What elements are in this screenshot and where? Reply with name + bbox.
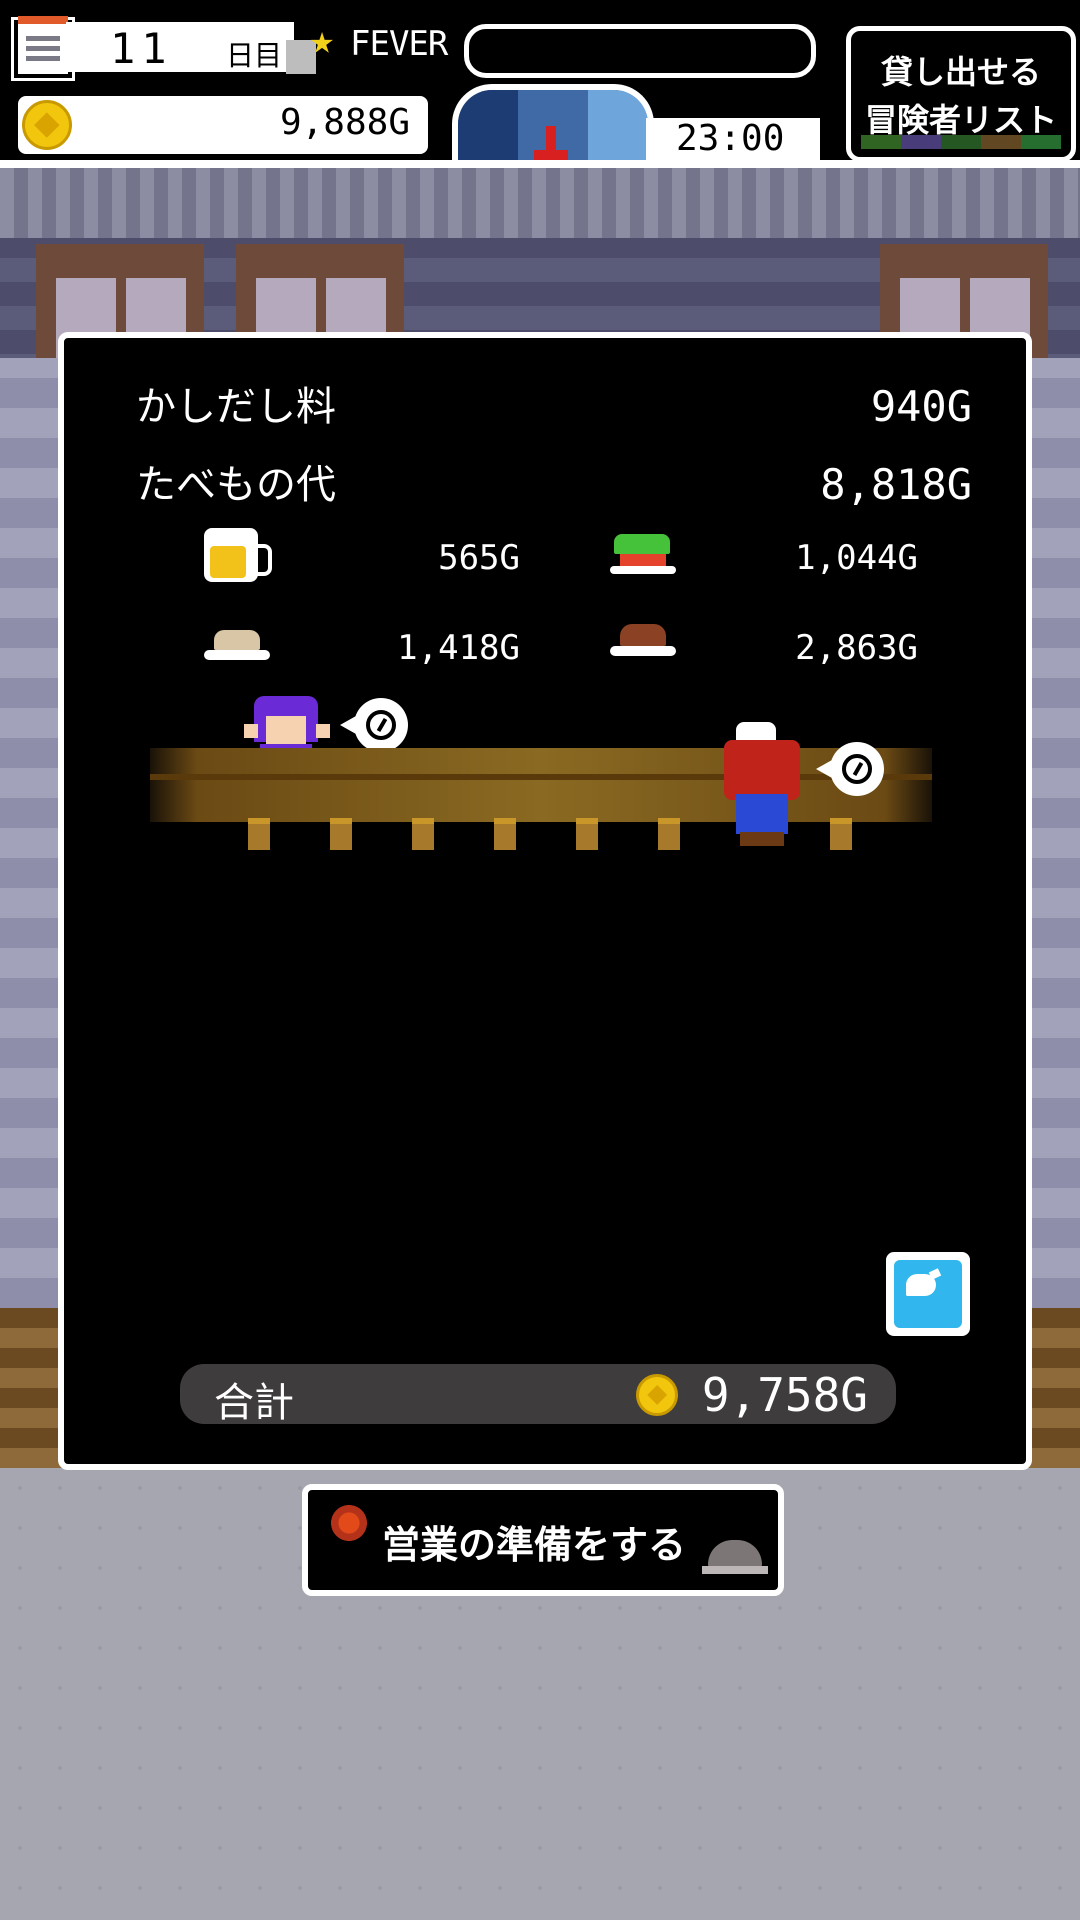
stool bbox=[830, 818, 852, 850]
salad-value: 1,044G bbox=[795, 538, 918, 578]
bar-counter bbox=[150, 748, 932, 822]
time-display: 23:00 bbox=[646, 118, 820, 162]
fever-label: FEVER bbox=[350, 24, 448, 64]
sparkle-icon bbox=[328, 1502, 370, 1544]
total-bar: 合計 9,758G bbox=[180, 1364, 896, 1426]
meat-plate-icon bbox=[610, 624, 676, 662]
stool bbox=[330, 818, 352, 850]
rental-fee-label: かしだし料 bbox=[136, 384, 336, 430]
beer-value: 565G bbox=[438, 538, 520, 578]
rice-plate-icon bbox=[204, 630, 270, 664]
total-label: 合計 bbox=[214, 1380, 294, 1426]
top-hud: 11 日目 ★ FEVER 9,888G 23:00 貸し出せる 冒険者リスト bbox=[0, 0, 1080, 174]
menu-icon bbox=[26, 36, 60, 41]
music-note-bubble-icon bbox=[340, 698, 408, 752]
day-unit: 日目 bbox=[226, 39, 283, 72]
daily-result-panel: かしだし料 940G たべもの代 8,818G 565G 1,044G 1,41… bbox=[58, 332, 1032, 1470]
rice-plate-value: 1,418G bbox=[397, 628, 520, 668]
rental-fee-value: 940G bbox=[870, 382, 972, 431]
star-icon: ★ bbox=[310, 17, 335, 63]
beer-icon bbox=[204, 528, 272, 582]
gold-coin-icon bbox=[22, 100, 72, 150]
gold-display: 9,888G bbox=[18, 96, 428, 154]
hud-divider bbox=[0, 160, 1080, 168]
time-value: 23:00 bbox=[676, 118, 785, 159]
gold-coin-icon bbox=[636, 1374, 678, 1416]
food-value: 8,818G bbox=[820, 460, 972, 509]
list-button-line2: 冒険者リスト bbox=[864, 101, 1057, 139]
list-button-line1: 貸し出せる bbox=[880, 53, 1041, 91]
service-bell-icon bbox=[702, 1540, 768, 1574]
adventurer-sprite bbox=[724, 740, 800, 800]
salad-icon bbox=[610, 534, 676, 576]
stool bbox=[658, 818, 680, 850]
music-note-bubble-icon bbox=[816, 742, 884, 796]
stool bbox=[248, 818, 270, 850]
twitter-share-button[interactable] bbox=[886, 1252, 970, 1336]
day-counter: 11 日目 bbox=[66, 22, 294, 73]
gold-value: 9,888G bbox=[279, 102, 410, 143]
day-number: 11 bbox=[110, 24, 173, 73]
prepare-business-label: 営業の準備をする bbox=[382, 1523, 687, 1567]
fever-gauge bbox=[464, 24, 816, 78]
total-value: 9,758G bbox=[701, 1368, 868, 1422]
meat-plate-value: 2,863G bbox=[795, 628, 918, 668]
stool bbox=[412, 818, 434, 850]
adventurer-list-button[interactable]: 貸し出せる 冒険者リスト bbox=[846, 26, 1076, 162]
food-label: たべもの代 bbox=[136, 462, 336, 508]
prepare-business-button[interactable]: 営業の準備をする bbox=[302, 1484, 784, 1596]
menu-button[interactable] bbox=[11, 16, 75, 81]
stool bbox=[576, 818, 598, 850]
stool bbox=[494, 818, 516, 850]
